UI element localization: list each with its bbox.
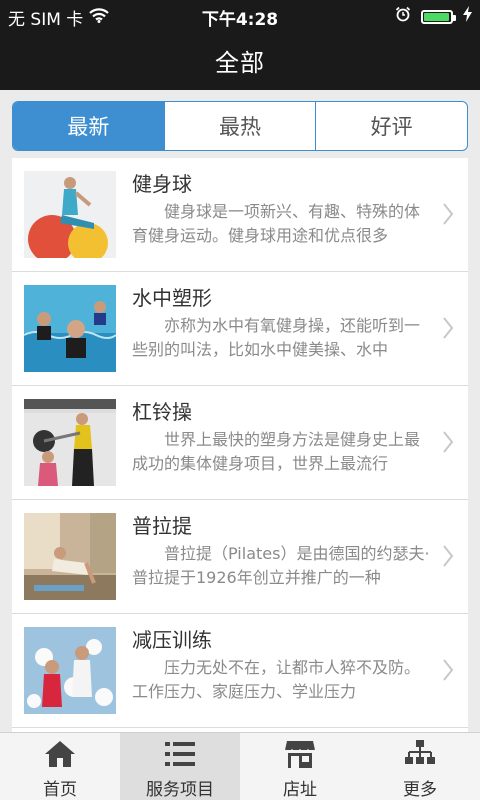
segment-hottest[interactable]: 最热 (163, 102, 316, 150)
item-title: 健身球 (132, 172, 192, 196)
filter-segmented-control: 最新 最热 好评 (12, 101, 468, 151)
home-icon (44, 739, 76, 769)
barbell-workout-photo (24, 399, 116, 486)
item-title: 水中塑形 (132, 286, 212, 310)
water-aerobics-photo (24, 285, 116, 372)
service-list: 健身球 健身球是一项新兴、有趣、特殊的体育健身运动。健身球用途和优点很多 水中塑… (12, 158, 468, 732)
nav-bar: 全部 (0, 30, 480, 90)
tab-store-label: 店址 (283, 780, 317, 800)
segment-top-rated[interactable]: 好评 (315, 102, 467, 150)
battery-icon (421, 9, 456, 24)
list-item[interactable]: 普拉提 普拉提（Pilates）是由德国的约瑟夫·普拉提于1926年创立并推广的… (12, 500, 468, 614)
list-item[interactable]: 减压训练 压力无处不在，让都市人猝不及防。工作压力、家庭压力、学业压力 (12, 614, 468, 728)
sitemap-icon (405, 739, 435, 769)
tab-more[interactable]: 更多 (360, 733, 480, 800)
segment-latest[interactable]: 最新 (13, 102, 164, 150)
list-item[interactable]: 杠铃操 世界上最快的塑身方法是健身史上最成功的集体健身项目，世界上最流行 (12, 386, 468, 500)
battery-fill (424, 12, 449, 21)
pilates-photo (24, 513, 116, 600)
store-icon (284, 739, 316, 769)
chevron-right-icon (442, 202, 454, 230)
status-right (395, 6, 472, 27)
chevron-right-icon (442, 658, 454, 686)
item-description: 亦称为水中有氧健身操，还能听到一些别的叫法，比如水中健美操、水中 (132, 316, 421, 359)
item-description: 健身球是一项新兴、有趣、特殊的体育健身运动。健身球用途和优点很多 (132, 202, 421, 245)
list-item[interactable]: 健身球 健身球是一项新兴、有趣、特殊的体育健身运动。健身球用途和优点很多 (12, 158, 468, 272)
item-description: 普拉提（Pilates）是由德国的约瑟夫·普拉提于1926年创立并推广的一种 (132, 544, 430, 587)
gym-ball-photo (24, 171, 116, 258)
tab-store[interactable]: 店址 (240, 733, 360, 800)
chevron-right-icon (442, 430, 454, 458)
tab-home-label: 首页 (43, 780, 77, 800)
tab-bar: 首页 服务项目 店址 更多 (0, 732, 480, 800)
tab-home[interactable]: 首页 (0, 733, 120, 800)
stress-relief-photo (24, 627, 116, 714)
item-title: 减压训练 (132, 628, 212, 652)
tab-services[interactable]: 服务项目 (120, 733, 240, 800)
item-title: 杠铃操 (132, 400, 192, 424)
chevron-right-icon (442, 316, 454, 344)
list-item[interactable]: 水中塑形 亦称为水中有氧健身操，还能听到一些别的叫法，比如水中健美操、水中 (12, 272, 468, 386)
page-title: 全部 (215, 48, 265, 77)
tab-more-label: 更多 (403, 780, 437, 800)
status-bar: 无 SIM 卡 下午4:28 (0, 0, 480, 30)
item-title: 普拉提 (132, 514, 192, 538)
list-icon (165, 739, 195, 769)
chevron-right-icon (442, 544, 454, 572)
alarm-icon (395, 6, 411, 27)
charging-icon (463, 6, 472, 27)
item-description: 压力无处不在，让都市人猝不及防。工作压力、家庭压力、学业压力 (132, 658, 421, 701)
item-description: 世界上最快的塑身方法是健身史上最成功的集体健身项目，世界上最流行 (132, 430, 421, 473)
tab-services-label: 服务项目 (146, 780, 214, 800)
